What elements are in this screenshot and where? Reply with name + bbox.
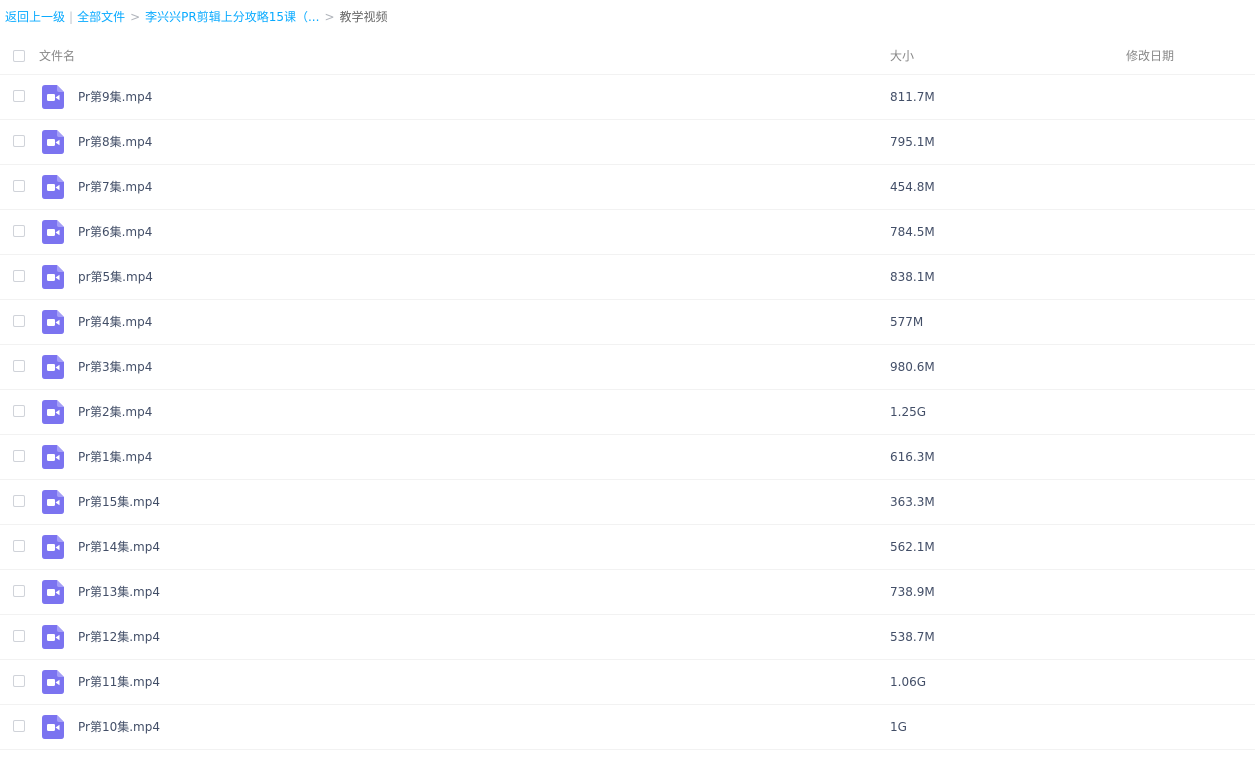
file-size: 980.6M [890, 360, 935, 374]
file-name[interactable]: Pr第1集.mp4 [78, 449, 152, 465]
row-checkbox[interactable] [13, 495, 25, 507]
file-name[interactable]: Pr第6集.mp4 [78, 224, 152, 240]
file-name[interactable]: Pr第4集.mp4 [78, 314, 152, 330]
video-file-icon [42, 130, 64, 154]
breadcrumb: 返回上一级 | 全部文件 > 李兴兴PR剪辑上分攻略15课（... > 教学视频 [5, 8, 388, 26]
file-name[interactable]: Pr第10集.mp4 [78, 719, 160, 735]
row-checkbox[interactable] [13, 270, 25, 282]
file-size: 738.9M [890, 585, 935, 599]
row-checkbox[interactable] [13, 585, 25, 597]
file-name[interactable]: Pr第8集.mp4 [78, 134, 152, 150]
video-file-icon [42, 490, 64, 514]
row-checkbox[interactable] [13, 90, 25, 102]
video-file-icon [42, 535, 64, 559]
file-size: 616.3M [890, 450, 935, 464]
select-all-checkbox[interactable] [13, 50, 25, 62]
back-link[interactable]: 返回上一级 [5, 10, 65, 24]
all-files-link[interactable]: 全部文件 [77, 10, 125, 24]
video-file-icon [42, 715, 64, 739]
file-name[interactable]: Pr第11集.mp4 [78, 674, 160, 690]
row-checkbox[interactable] [13, 720, 25, 732]
file-size: 1G [890, 720, 907, 734]
video-file-icon [42, 355, 64, 379]
file-row[interactable]: Pr第14集.mp4 562.1M [0, 525, 1255, 570]
file-name[interactable]: Pr第3集.mp4 [78, 359, 152, 375]
row-checkbox[interactable] [13, 180, 25, 192]
file-row[interactable]: Pr第1集.mp4 616.3M [0, 435, 1255, 480]
row-checkbox[interactable] [13, 450, 25, 462]
video-file-icon [42, 400, 64, 424]
file-size: 795.1M [890, 135, 935, 149]
file-row[interactable]: Pr第12集.mp4 538.7M [0, 615, 1255, 660]
video-file-icon [42, 175, 64, 199]
file-size: 1.25G [890, 405, 927, 419]
video-file-icon [42, 625, 64, 649]
file-row[interactable]: Pr第15集.mp4 363.3M [0, 480, 1255, 525]
file-row[interactable]: Pr第13集.mp4 738.9M [0, 570, 1255, 615]
file-size: 577M [890, 315, 924, 329]
row-checkbox[interactable] [13, 360, 25, 372]
file-name[interactable]: pr第5集.mp4 [78, 269, 153, 285]
file-row[interactable]: Pr第9集.mp4 811.7M [0, 75, 1255, 120]
file-name[interactable]: Pr第9集.mp4 [78, 89, 152, 105]
breadcrumb-separator: > [324, 10, 335, 24]
column-header-date[interactable]: 修改日期 [1126, 48, 1174, 64]
row-checkbox[interactable] [13, 540, 25, 552]
file-size: 454.8M [890, 180, 935, 194]
breadcrumb-pipe: | [69, 10, 74, 24]
file-name[interactable]: Pr第2集.mp4 [78, 404, 152, 420]
file-name[interactable]: Pr第15集.mp4 [78, 494, 160, 510]
file-row[interactable]: Pr第2集.mp4 1.25G [0, 390, 1255, 435]
file-size: 838.1M [890, 270, 935, 284]
file-size: 784.5M [890, 225, 935, 239]
row-checkbox[interactable] [13, 405, 25, 417]
video-file-icon [42, 580, 64, 604]
row-checkbox[interactable] [13, 315, 25, 327]
video-file-icon [42, 670, 64, 694]
file-row[interactable]: Pr第11集.mp4 1.06G [0, 660, 1255, 705]
file-name[interactable]: Pr第13集.mp4 [78, 584, 160, 600]
file-name[interactable]: Pr第7集.mp4 [78, 179, 152, 195]
video-file-icon [42, 445, 64, 469]
parent-folder-link[interactable]: 李兴兴PR剪辑上分攻略15课（... [145, 10, 319, 24]
video-file-icon [42, 85, 64, 109]
video-file-icon [42, 310, 64, 334]
row-checkbox[interactable] [13, 135, 25, 147]
file-row[interactable]: Pr第7集.mp4 454.8M [0, 165, 1255, 210]
file-list-header: 文件名 大小 修改日期 [0, 38, 1255, 75]
file-name[interactable]: Pr第14集.mp4 [78, 539, 160, 555]
file-size: 562.1M [890, 540, 935, 554]
file-row[interactable]: Pr第6集.mp4 784.5M [0, 210, 1255, 255]
column-header-size[interactable]: 大小 [890, 48, 914, 64]
file-size: 538.7M [890, 630, 935, 644]
file-size: 363.3M [890, 495, 935, 509]
row-checkbox[interactable] [13, 675, 25, 687]
breadcrumb-separator: > [130, 10, 141, 24]
file-row[interactable]: Pr第4集.mp4 577M [0, 300, 1255, 345]
file-row[interactable]: Pr第10集.mp4 1G [0, 705, 1255, 750]
file-row[interactable]: Pr第8集.mp4 795.1M [0, 120, 1255, 165]
file-size: 811.7M [890, 90, 935, 104]
file-row[interactable]: Pr第3集.mp4 980.6M [0, 345, 1255, 390]
file-size: 1.06G [890, 675, 927, 689]
file-list: Pr第9集.mp4 811.7M Pr第8集.mp4 795.1M Pr第7集.… [0, 75, 1255, 750]
file-row[interactable]: pr第5集.mp4 838.1M [0, 255, 1255, 300]
current-folder: 教学视频 [339, 10, 388, 24]
row-checkbox[interactable] [13, 630, 25, 642]
column-header-name[interactable]: 文件名 [39, 48, 75, 64]
video-file-icon [42, 220, 64, 244]
video-file-icon [42, 265, 64, 289]
row-checkbox[interactable] [13, 225, 25, 237]
file-name[interactable]: Pr第12集.mp4 [78, 629, 160, 645]
